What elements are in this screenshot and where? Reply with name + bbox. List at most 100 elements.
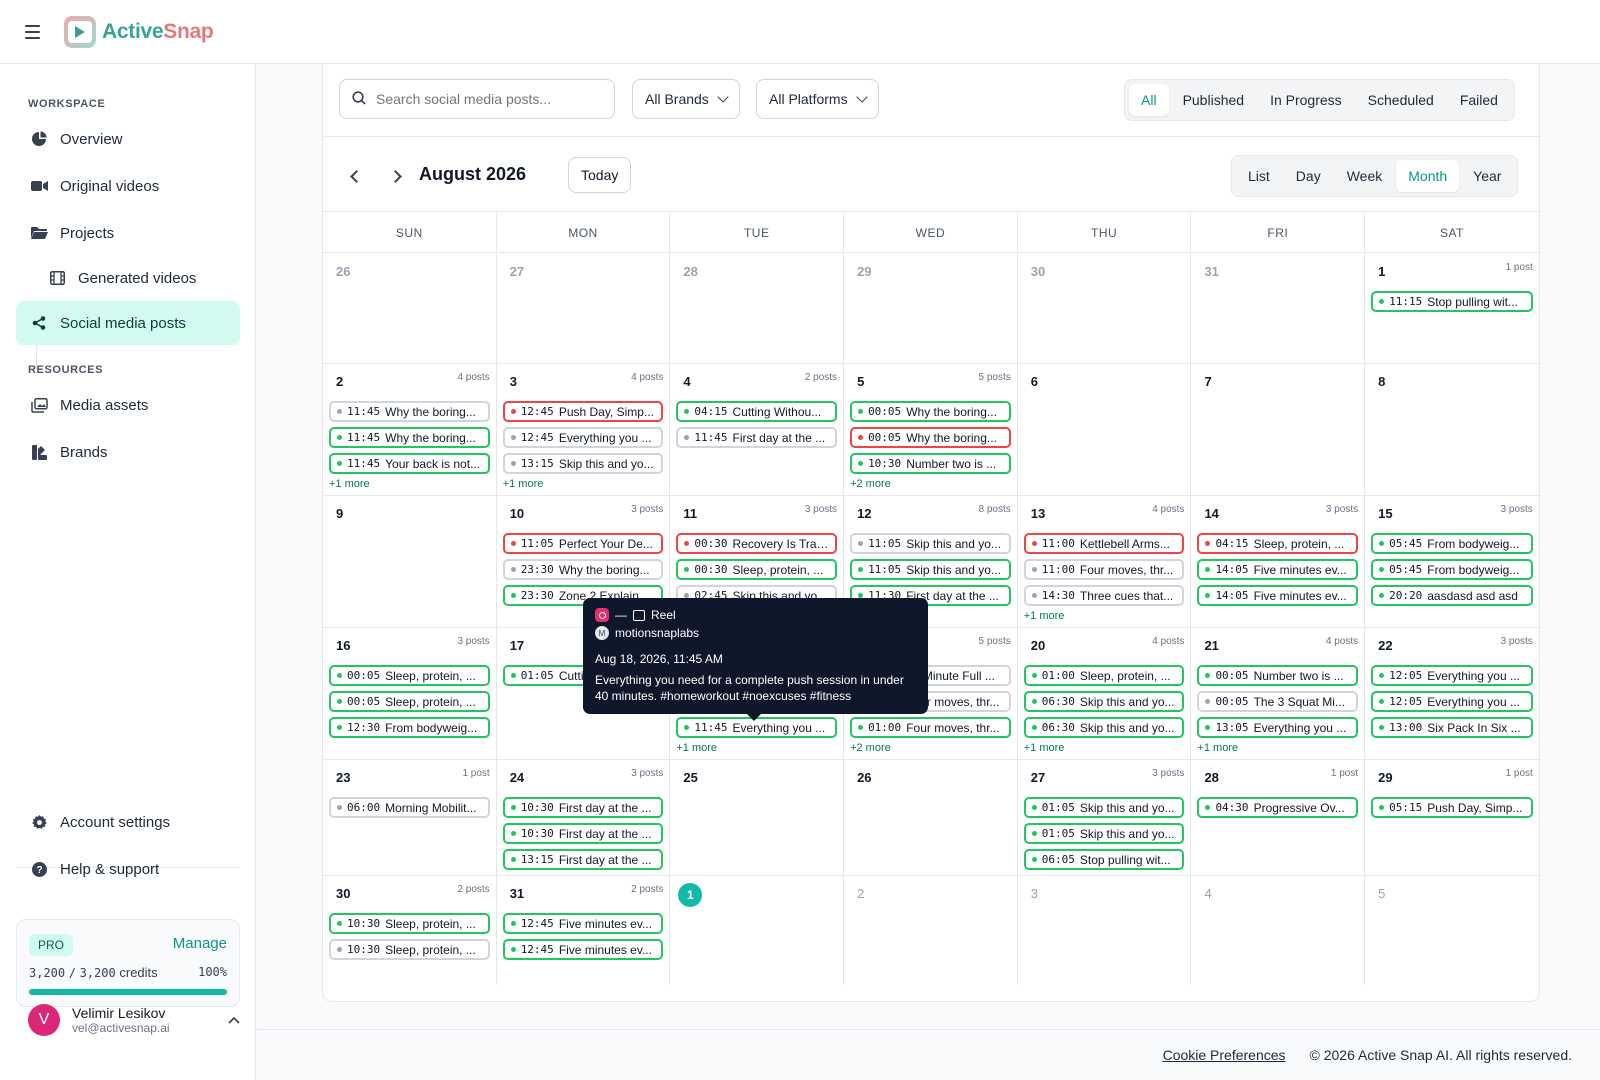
calendar-day[interactable]: 2 bbox=[844, 876, 1018, 985]
sidebar-item-account-settings[interactable]: Account settings bbox=[16, 800, 240, 844]
calendar-day[interactable]: 27 bbox=[497, 254, 671, 363]
post-chip[interactable]: 10:30 Number two is ... bbox=[850, 453, 1011, 474]
post-chip[interactable]: 01:05 Skip this and yo... bbox=[1023, 823, 1185, 844]
post-chip[interactable]: 14:05 Five minutes ev... bbox=[1197, 585, 1359, 606]
status-tab-failed[interactable]: Failed bbox=[1448, 84, 1510, 116]
search-box[interactable] bbox=[339, 79, 615, 119]
calendar-day[interactable]: 20 4 posts 01:00 Sleep, protein, ... 06:30 Sk… bbox=[1018, 628, 1192, 759]
post-chip[interactable]: 01:00 Four moves, thr... bbox=[850, 717, 1011, 738]
post-chip[interactable]: 00:05 Sleep, protein, ... bbox=[329, 665, 490, 686]
post-chip[interactable]: 01:00 Sleep, protein, ... bbox=[1023, 665, 1185, 686]
post-chip[interactable]: 11:00 Four moves, thr... bbox=[1023, 559, 1185, 580]
calendar-day[interactable]: 25 bbox=[670, 760, 845, 875]
more-posts-link[interactable]: +1 more bbox=[1024, 742, 1185, 754]
next-month-button[interactable] bbox=[379, 160, 411, 192]
post-chip[interactable]: 13:15 Skip this and yo... bbox=[502, 453, 664, 474]
calendar-day[interactable]: 14 3 posts 04:15 Sleep, protein, ... 14:05 Fi… bbox=[1191, 496, 1366, 627]
calendar-day[interactable]: 6 bbox=[1018, 364, 1192, 495]
more-posts-link[interactable]: +2 more bbox=[850, 742, 1011, 754]
post-chip[interactable]: 00:05 Number two is ... bbox=[1197, 665, 1359, 686]
post-chip[interactable]: 14:05 Five minutes ev... bbox=[1197, 559, 1359, 580]
post-chip[interactable]: 11:00 Kettlebell Arms... bbox=[1023, 533, 1185, 554]
user-menu[interactable]: V Velimir Lesikov vel@activesnap.ai bbox=[28, 1000, 240, 1040]
post-chip[interactable]: 05:45 From bodyweig... bbox=[1371, 533, 1533, 554]
post-chip[interactable]: 10:30 Sleep, protein, ... bbox=[329, 939, 490, 960]
post-chip[interactable]: 00:05 Why the boring... bbox=[850, 401, 1011, 422]
post-chip[interactable]: 11:45 First day at the ... bbox=[676, 427, 838, 448]
post-chip[interactable]: 00:05 Sleep, protein, ... bbox=[329, 691, 490, 712]
calendar-day[interactable]: 31 bbox=[1191, 254, 1366, 363]
calendar-day[interactable]: 22 3 posts 12:05 Everything you ... 12:05 Eve… bbox=[1365, 628, 1539, 759]
post-chip[interactable]: 13:05 Everything you ... bbox=[1197, 717, 1359, 738]
calendar-day[interactable]: 8 bbox=[1365, 364, 1539, 495]
post-chip[interactable]: 00:30 Sleep, protein, ... bbox=[676, 559, 838, 580]
view-day[interactable]: Day bbox=[1284, 160, 1333, 192]
cookie-preferences-link[interactable]: Cookie Preferences bbox=[1163, 1047, 1286, 1063]
calendar-day[interactable]: 27 3 posts 01:05 Skip this and yo... 01:05 Sk… bbox=[1018, 760, 1192, 875]
status-tab-published[interactable]: Published bbox=[1171, 84, 1257, 116]
post-chip[interactable]: 12:45 Push Day, Simp... bbox=[502, 401, 664, 422]
calendar-day[interactable]: 31 2 posts 12:45 Five minutes ev... 12:45 Fiv… bbox=[497, 876, 671, 985]
post-chip[interactable]: 04:15 Sleep, protein, ... bbox=[1197, 533, 1359, 554]
post-chip[interactable]: 11:05 Skip this and yo... bbox=[850, 559, 1011, 580]
calendar-day[interactable]: 55 posts 00:05 Why the boring... 00:05 Why t… bbox=[844, 364, 1018, 495]
sidebar-item-media-assets[interactable]: Media assets bbox=[16, 383, 240, 427]
calendar-day[interactable]: 13 4 posts 11:00 Kettlebell Arms... 11:00 Fou… bbox=[1018, 496, 1192, 627]
more-posts-link[interactable]: +1 more bbox=[676, 742, 837, 754]
view-month[interactable]: Month bbox=[1396, 160, 1460, 192]
search-input[interactable] bbox=[376, 91, 596, 107]
calendar-day[interactable]: 21 4 posts 00:05 Number two is ... 00:05 The … bbox=[1191, 628, 1366, 759]
post-chip[interactable]: 20:20 aasdasd asd asd bbox=[1371, 585, 1533, 606]
calendar-day[interactable]: 16 3 posts 00:05 Sleep, protein, ... 00:05 Sl… bbox=[323, 628, 497, 759]
post-chip[interactable]: 05:45 From bodyweig... bbox=[1371, 559, 1533, 580]
calendar-day[interactable]: 26 bbox=[323, 254, 497, 363]
post-chip[interactable]: 10:30 First day at the ... bbox=[502, 823, 664, 844]
post-chip[interactable]: 14:30 Three cues that... bbox=[1023, 585, 1185, 606]
post-chip[interactable]: 13:15 First day at the ... bbox=[502, 849, 664, 870]
post-chip[interactable]: 12:45 Everything you ... bbox=[502, 427, 664, 448]
calendar-day[interactable]: 24 3 posts 10:30 First day at the ... 10:30 F… bbox=[497, 760, 671, 875]
post-chip[interactable]: 04:15 Cutting Withou... bbox=[676, 401, 838, 422]
sidebar-item-projects[interactable]: Projects bbox=[16, 211, 240, 255]
post-chip[interactable]: 11:45 Your back is not... bbox=[329, 453, 490, 474]
more-posts-link[interactable]: +1 more bbox=[1024, 610, 1185, 622]
post-chip[interactable]: 12:45 Five minutes ev... bbox=[502, 939, 664, 960]
today-button[interactable]: Today bbox=[568, 157, 632, 193]
calendar-day[interactable]: 34 posts 12:45 Push Day, Simp... 12:45 Every… bbox=[497, 364, 671, 495]
calendar-day[interactable]: 9 bbox=[323, 496, 497, 627]
platform-filter-dropdown[interactable]: All Platforms bbox=[756, 79, 879, 119]
menu-toggle-button[interactable] bbox=[0, 0, 64, 64]
post-chip[interactable]: 00:05 Why the boring... bbox=[850, 427, 1011, 448]
post-chip[interactable]: 13:00 Six Pack In Six ... bbox=[1371, 717, 1533, 738]
post-chip[interactable]: 11:45 Why the boring... bbox=[329, 427, 490, 448]
calendar-day[interactable]: 1 bbox=[670, 876, 845, 985]
calendar-day[interactable]: 11 post 11:15 Stop pulling wit... bbox=[1365, 254, 1539, 363]
calendar-day[interactable]: 7 bbox=[1191, 364, 1366, 495]
post-chip[interactable]: 12:05 Everything you ... bbox=[1371, 691, 1533, 712]
calendar-day[interactable]: 26 bbox=[844, 760, 1018, 875]
calendar-day[interactable]: 29 bbox=[844, 254, 1018, 363]
manage-plan-link[interactable]: Manage bbox=[173, 935, 227, 952]
app-logo[interactable]: ActiveSnap bbox=[64, 15, 214, 48]
sidebar-item-original-videos[interactable]: Original videos bbox=[16, 164, 240, 208]
more-posts-link[interactable]: +1 more bbox=[503, 478, 664, 490]
status-tab-all[interactable]: All bbox=[1129, 84, 1169, 116]
post-chip[interactable]: 10:30 Sleep, protein, ... bbox=[329, 913, 490, 934]
sidebar-item-generated-videos[interactable]: Generated videos bbox=[48, 256, 240, 300]
post-chip[interactable]: 23:30 Why the boring... bbox=[502, 559, 664, 580]
more-posts-link[interactable]: +2 more bbox=[850, 478, 1011, 490]
more-posts-link[interactable]: +1 more bbox=[329, 478, 490, 490]
brand-filter-dropdown[interactable]: All Brands bbox=[632, 79, 740, 119]
post-chip[interactable]: 12:05 Everything you ... bbox=[1371, 665, 1533, 686]
status-tab-in-progress[interactable]: In Progress bbox=[1258, 84, 1354, 116]
sidebar-item-overview[interactable]: Overview bbox=[16, 117, 240, 161]
post-chip[interactable]: 06:00 Morning Mobilit... bbox=[329, 797, 490, 818]
post-chip[interactable]: 12:30 From bodyweig... bbox=[329, 717, 490, 738]
calendar-day[interactable]: 5 bbox=[1365, 876, 1539, 985]
post-chip[interactable]: 04:30 Progressive Ov... bbox=[1197, 797, 1359, 818]
calendar-day[interactable]: 42 posts 04:15 Cutting Withou... 11:45 First… bbox=[670, 364, 845, 495]
calendar-day[interactable]: 28 bbox=[670, 254, 845, 363]
post-chip[interactable]: 06:30 Skip this and yo... bbox=[1023, 717, 1185, 738]
calendar-day[interactable]: 24 posts 11:45 Why the boring... 11:45 Why t… bbox=[323, 364, 497, 495]
sidebar-item-help-support[interactable]: ? Help & support bbox=[16, 847, 240, 891]
